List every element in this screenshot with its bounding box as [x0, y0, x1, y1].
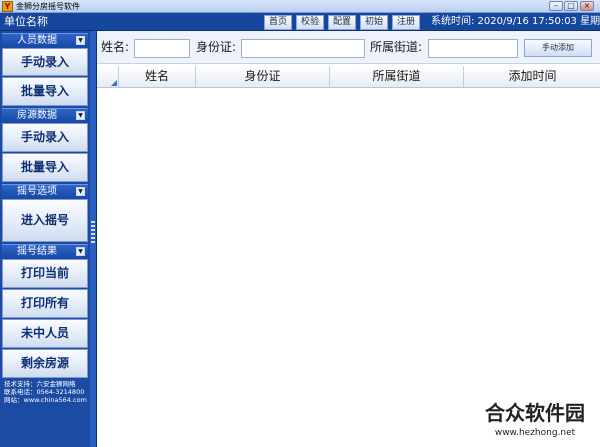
watermark-text: 合众软件园 [485, 401, 585, 425]
id-input[interactable] [241, 39, 365, 58]
manual-add-button[interactable]: 手动添加 [524, 39, 592, 57]
sort-corner-icon [111, 80, 117, 86]
system-time: 系统时间: 2020/9/16 17:50:03 星期三 [431, 16, 600, 27]
header-bar: 单位名称 首页 校验 配置 初始 注册 系统时间: 2020/9/16 17:5… [0, 13, 600, 31]
website-text: 网站：www.china564.com [4, 396, 87, 404]
menu-config-button[interactable]: 配置 [328, 15, 356, 30]
close-icon[interactable]: × [580, 1, 594, 11]
menu-init-button[interactable]: 初始 [360, 15, 388, 30]
collapse-icon[interactable]: ▼ [76, 111, 85, 120]
phone-text: 联系电话：0564-3214800 [4, 388, 85, 396]
minimize-icon[interactable]: – [549, 1, 563, 11]
sidebar-item-print-current[interactable]: 打印当前 [2, 259, 88, 288]
maximize-icon[interactable]: □ [564, 1, 578, 11]
app-logo-icon: Y [2, 1, 13, 12]
menu-home-button[interactable]: 首页 [264, 15, 292, 30]
table-body [97, 89, 600, 447]
entry-form: 姓名: 身份证: 所属街道: 手动添加 [97, 31, 600, 64]
column-header-name[interactable]: 姓名 [119, 66, 196, 88]
sidebar-item-unselected-persons[interactable]: 未中人员 [2, 319, 88, 348]
street-label: 所属街道: [370, 40, 423, 54]
section-title: 人员数据 [17, 35, 57, 46]
row-selector-header[interactable] [97, 66, 119, 88]
support-text: 技术支持：六安金狮网络 [4, 380, 76, 388]
section-house-data[interactable]: 房源数据 ▼ [2, 108, 88, 122]
name-input[interactable] [134, 39, 190, 58]
unit-name: 单位名称 [4, 15, 48, 28]
table-header: 姓名 身份证 所属街道 添加时间 [97, 66, 600, 88]
section-lottery-options[interactable]: 摇号选项 ▼ [2, 184, 88, 198]
menu-verify-button[interactable]: 校验 [296, 15, 324, 30]
sidebar-item-house-batch[interactable]: 批量导入 [2, 153, 88, 182]
street-input[interactable] [428, 39, 518, 58]
collapse-icon[interactable]: ▼ [76, 187, 85, 196]
collapse-icon[interactable]: ▼ [76, 247, 85, 256]
column-header-id[interactable]: 身份证 [196, 66, 330, 88]
section-title: 摇号结果 [17, 246, 57, 257]
app-window: Y 金狮分房摇号软件 – □ × 单位名称 首页 校验 配置 初始 注册 系统时… [0, 0, 600, 447]
sidebar-item-enter-lottery[interactable]: 进入摇号 [2, 199, 88, 242]
splitter-grip-icon[interactable] [91, 221, 95, 243]
sidebar-item-person-batch[interactable]: 批量导入 [2, 77, 88, 106]
window-title: 金狮分房摇号软件 [16, 2, 80, 11]
sidebar-item-remaining-houses[interactable]: 剩余房源 [2, 349, 88, 378]
sidebar: 人员数据 ▼ 手动录入 批量导入 房源数据 ▼ 手动录入 批量导入 摇号选项 ▼ 进入… [0, 31, 90, 447]
section-lottery-results[interactable]: 摇号结果 ▼ [2, 244, 88, 258]
section-person-data[interactable]: 人员数据 ▼ [2, 33, 88, 47]
column-header-street[interactable]: 所属街道 [330, 66, 464, 88]
name-label: 姓名: [101, 40, 130, 54]
sidebar-item-person-manual[interactable]: 手动录入 [2, 48, 88, 76]
watermark-url: www.hezhong.net [494, 428, 576, 438]
id-label: 身份证: [196, 40, 237, 54]
sidebar-item-print-all[interactable]: 打印所有 [2, 289, 88, 318]
section-title: 房源数据 [17, 110, 57, 121]
menu-register-button[interactable]: 注册 [392, 15, 420, 30]
main-panel: 姓名: 身份证: 所属街道: 手动添加 姓名 身份证 所属街道 添加时间 [96, 31, 600, 447]
section-title: 摇号选项 [17, 186, 57, 197]
watermark: 合众软件园 www.hezhong.net [470, 400, 600, 447]
title-bar: Y 金狮分房摇号软件 – □ × [0, 0, 600, 13]
column-header-added-time[interactable]: 添加时间 [464, 66, 600, 88]
sidebar-item-house-manual[interactable]: 手动录入 [2, 123, 88, 152]
footer-info: 技术支持：六安金狮网络 联系电话：0564-3214800 网站：www.chi… [4, 380, 90, 404]
collapse-icon[interactable]: ▼ [76, 36, 85, 45]
